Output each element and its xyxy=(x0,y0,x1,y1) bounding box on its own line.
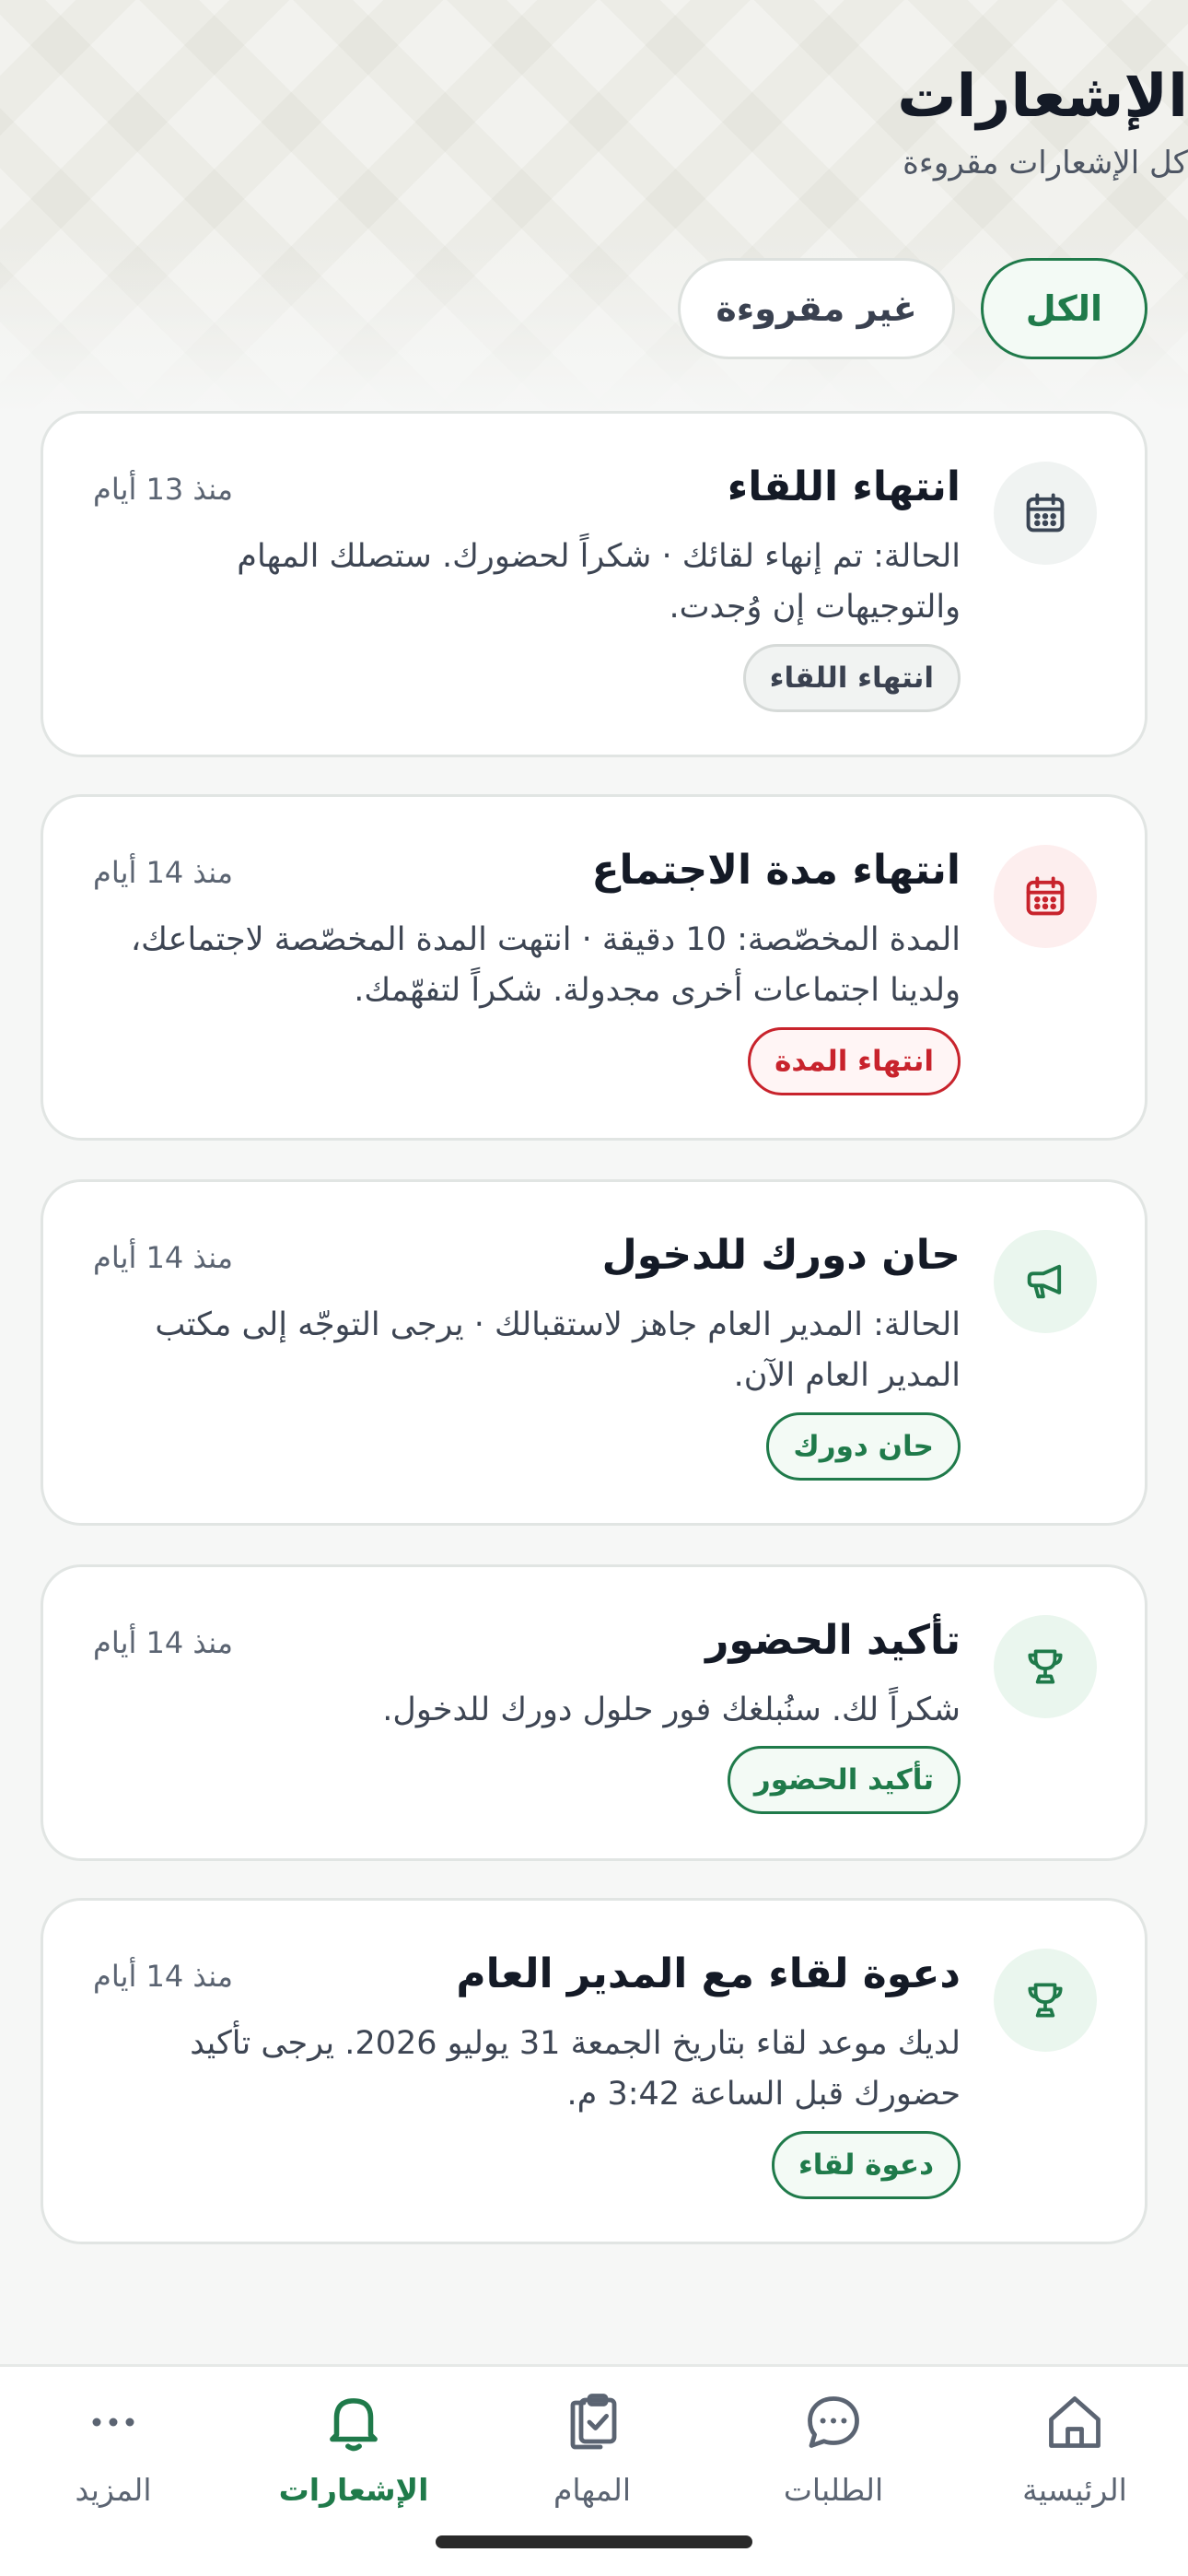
notification-tag: دعوة لقاء xyxy=(771,2131,961,2199)
notification-card[interactable]: انتهاء اللقاء منذ 13 أيام الحالة: تم إنه… xyxy=(41,411,1147,757)
nav-label-home: الرئيسية xyxy=(1022,2472,1127,2508)
page-subtitle: كل الإشعارات مقروءة xyxy=(903,145,1188,181)
notification-time: منذ 14 أيام xyxy=(93,855,234,890)
notification-body: المدة المخصّصة: 10 دقيقة · انتهت المدة ا… xyxy=(130,921,961,1009)
notification-tag: حان دورك xyxy=(766,1412,961,1481)
nav-item-more[interactable]: المزيد xyxy=(21,2387,205,2525)
notification-card[interactable]: دعوة لقاء مع المدير العام منذ 14 أيام لد… xyxy=(41,1898,1147,2244)
notification-body: الحالة: تم إنهاء لقائك · شكراً لحضورك. س… xyxy=(237,538,961,626)
trophy-icon xyxy=(994,1615,1097,1718)
nav-label-notifications: الإشعارات xyxy=(278,2472,429,2508)
home-icon xyxy=(1040,2387,1110,2457)
nav-item-requests[interactable]: الطلبات xyxy=(741,2387,926,2525)
megaphone-icon xyxy=(994,1230,1097,1333)
calendar-icon xyxy=(994,845,1097,948)
notification-body: شكراً لك. سنُبلغك فور حلول دورك للدخول. xyxy=(382,1692,961,1728)
nav-item-notifications[interactable]: الإشعارات xyxy=(262,2387,446,2525)
notification-card[interactable]: حان دورك للدخول منذ 14 أيام الحالة: المد… xyxy=(41,1179,1147,1526)
notification-title: انتهاء اللقاء xyxy=(727,463,961,510)
notification-title: حان دورك للدخول xyxy=(601,1232,961,1279)
notification-body: الحالة: المدير العام جاهز لاستقبالك · ير… xyxy=(155,1306,961,1394)
trophy-icon xyxy=(994,1949,1097,2052)
notification-time: منذ 13 أيام xyxy=(93,472,234,507)
notification-tag: انتهاء المدة xyxy=(748,1027,961,1095)
notification-time: منذ 14 أيام xyxy=(93,1625,234,1660)
page-header: الإشعارات كل الإشعارات مقروءة xyxy=(897,51,1188,183)
chat-bubble-icon xyxy=(798,2387,868,2457)
notification-tag: انتهاء اللقاء xyxy=(742,644,961,712)
filter-chips: الكل غير مقروءة xyxy=(678,258,1147,359)
notification-title: انتهاء مدة الاجتماع xyxy=(591,847,961,894)
notification-body: لديك موعد لقاء بتاريخ الجمعة 31 يوليو 20… xyxy=(190,2025,961,2113)
notification-title: دعوة لقاء مع المدير العام xyxy=(456,1950,961,1997)
page-title: الإشعارات xyxy=(897,63,1188,131)
nav-label-tasks: المهام xyxy=(553,2472,631,2508)
notification-card[interactable]: تأكيد الحضور منذ 14 أيام شكراً لك. سنُبل… xyxy=(41,1564,1147,1861)
nav-label-requests: الطلبات xyxy=(783,2472,884,2508)
notification-title: تأكيد الحضور xyxy=(705,1617,961,1664)
notification-time: منذ 14 أيام xyxy=(93,1959,234,1994)
filter-all-chip[interactable]: الكل xyxy=(980,258,1147,359)
filter-unread-chip[interactable]: غير مقروءة xyxy=(678,258,955,359)
nav-item-home[interactable]: الرئيسية xyxy=(983,2387,1167,2525)
notification-tag: تأكيد الحضور xyxy=(727,1746,961,1814)
more-dots-icon xyxy=(78,2387,148,2457)
bell-icon xyxy=(319,2387,389,2457)
calendar-icon xyxy=(994,462,1097,565)
notification-card[interactable]: انتهاء مدة الاجتماع منذ 14 أيام المدة ال… xyxy=(41,794,1147,1141)
nav-label-more: المزيد xyxy=(75,2472,152,2508)
clipboard-check-icon xyxy=(557,2387,627,2457)
home-indicator xyxy=(436,2535,752,2548)
nav-item-tasks[interactable]: المهام xyxy=(500,2387,684,2525)
notification-time: منذ 14 أيام xyxy=(93,1240,234,1275)
